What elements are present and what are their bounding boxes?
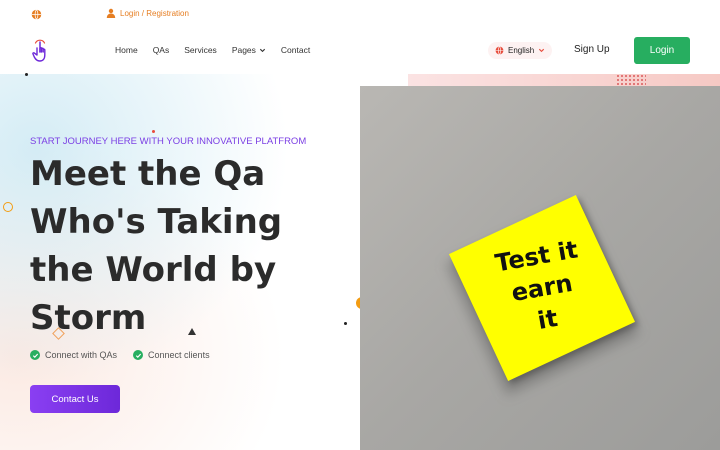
decorative-ring	[3, 202, 13, 212]
user-icon	[106, 8, 116, 18]
chevron-down-icon	[539, 48, 545, 53]
signup-link[interactable]: Sign Up	[574, 44, 610, 55]
nav-qas-label: QAs	[152, 45, 170, 55]
headline-line: Meet the Qa	[30, 154, 266, 194]
login-registration-link[interactable]: Login / Registration	[106, 8, 189, 18]
nav-links: Home QAs Services Pages Contact	[115, 45, 325, 55]
nav-contact[interactable]: Contact	[281, 45, 310, 55]
decorative-dot-pattern	[616, 74, 646, 86]
nav-qas[interactable]: QAs	[153, 45, 170, 55]
top-bar: Login / Registration	[0, 0, 720, 28]
decorative-dot	[344, 322, 347, 325]
feature-item: Connect clients	[133, 350, 210, 360]
headline-line: Storm	[30, 298, 147, 338]
globe-icon	[495, 46, 504, 55]
nav-contact-label: Contact	[280, 45, 311, 55]
note-line: it	[535, 304, 560, 336]
login-registration-label: Login / Registration	[120, 8, 189, 18]
feature-item: Connect with QAs	[30, 350, 117, 360]
hero-features: Connect with QAs Connect clients	[30, 350, 210, 360]
language-label: English	[508, 46, 535, 55]
headline-line: Who's Taking	[30, 202, 283, 242]
globe-icon[interactable]	[31, 9, 42, 20]
hero-headline: Meet the Qa Who's Taking the World by St…	[30, 150, 330, 342]
main-navbar: Home QAs Services Pages Contact English …	[0, 28, 720, 74]
contact-us-button[interactable]: Contact Us	[30, 385, 120, 413]
decorative-dot	[152, 130, 155, 133]
pointer-hand-icon[interactable]	[32, 38, 52, 66]
check-circle-icon	[30, 350, 40, 360]
language-selector[interactable]: English	[488, 42, 553, 59]
headline-line: the World by	[30, 250, 277, 290]
nav-home[interactable]: Home	[115, 45, 138, 55]
nav-pages[interactable]: Pages	[232, 45, 266, 55]
sticky-note-text: Test it earn it	[461, 207, 623, 369]
check-circle-icon	[133, 350, 144, 360]
nav-pages-label: Pages	[231, 45, 256, 55]
feature-label: Connect clients	[148, 350, 210, 360]
decorative-band	[408, 74, 720, 86]
decorative-dot	[25, 73, 28, 76]
hero-tagline: START JOURNEY HERE WITH YOUR INNOVATIVE …	[30, 136, 307, 147]
chevron-down-icon	[259, 48, 266, 52]
feature-label: Connect with QAs	[45, 350, 118, 360]
login-button[interactable]: Login	[634, 37, 690, 64]
nav-home-label: Home	[115, 45, 138, 55]
nav-services-label: Services	[184, 45, 217, 55]
nav-services[interactable]: Services	[184, 45, 217, 55]
